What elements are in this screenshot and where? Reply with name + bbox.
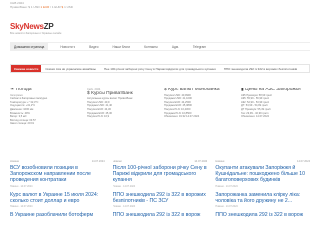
news-meta: Новини · 14.07.2024 [10,184,33,188]
site-logo[interactable]: SkyNewsZP [10,22,310,31]
news-link[interactable]: Курс валют в Украине 15 июля 2024: сколь… [10,192,98,204]
weather-title: Погода [15,88,32,92]
news-link[interactable]: В Украине разоблачили ботоферм [10,212,93,218]
fuel-widget: ▮ Цены на АЗС Запорожья А95 Премиум: 58,… [241,88,310,154]
top-rate-usd-sign: $ [61,5,64,9]
privat-widget-title: $ Курсы ПриватБанк [87,90,156,96]
privat-title: Курсы ПриватБанк [91,90,133,96]
news-meta: Новини · 14.07.2024 [215,184,238,188]
news-tag[interactable]: Новини [10,160,19,163]
news-link[interactable]: ППО знешкодила 292 із 322 в ворож [215,212,303,218]
nav-item-home[interactable]: Домашняя страница [10,42,49,51]
news-column: Новини 14.07.2024 ВСУ возобновили позици… [10,160,105,240]
fuel-title: Цены на АЗС Запорожья [245,88,301,92]
news-meta: Новини · 14.07.2024 [112,184,136,188]
news-date: 14.07.2024 [297,160,311,163]
top-rate-eur: 1 EUR [40,5,50,9]
top-rates: ПриватБанк: $ 1 USD 1 EUR / 1 EUR $ 1 US… [10,5,310,9]
mono-row: Обновлено: 19:32 14.07.2024 [164,115,200,119]
news-ticker: Свежие новости Скачки Аса ии украинские … [10,64,310,73]
logo-suffix: ZP [43,22,54,31]
weather-widget-title: ☀ Погода [10,88,79,92]
news-title[interactable]: ППО знешкодила 292 із 322 в ворож [113,212,208,218]
news-link[interactable]: Окупанти атакували Запоріжжя й Кушнідаль… [215,165,305,183]
news-title[interactable]: Після 100-річної заборони річку Сену в П… [113,165,208,184]
news-column-head: Новини 14.07.2024 [113,160,208,163]
nav-item-video[interactable]: Видео [87,44,100,50]
news-title[interactable]: Запорожанка заменила клірку ліка: чолові… [215,192,310,204]
dollar-icon: $ [164,88,167,92]
news-tag[interactable]: Новини [113,160,122,163]
news-link[interactable]: ППО знешкодила 292 із 322 в ворож [113,212,201,218]
top-rate-usd: 1 USD [64,5,73,9]
nav-item-news[interactable]: Новости ▾ [58,44,77,50]
site-header: SkyNewsZP Все новости Запорожья и Украин… [10,22,310,38]
news-link[interactable]: ППО знешкодила 292 із 322 в ворожих безп… [113,192,206,204]
bank-icon: $ [87,90,90,96]
nav-item-admin[interactable]: Адм. [170,44,181,50]
privat-row: Покупка PLN: 10,9 [87,115,110,119]
site-tagline: Все новости Запорожья и Украины онлайн [10,32,62,35]
news-link[interactable]: ВСУ возобновили позиции в Запорожском на… [10,165,91,183]
news-columns: Новини 14.07.2024 ВСУ возобновили позици… [10,160,310,240]
news-title[interactable]: Курс валют в Украине 15 июля 2024: сколь… [10,192,105,204]
ticker-item[interactable]: ППО знешкодила 292 із 322 в ворожих безп… [224,67,297,71]
nav-item-contacts[interactable]: Контакты [142,44,160,50]
news-title[interactable]: Окупанти атакували Запоріжжя й Кушнідаль… [215,165,310,184]
news-title[interactable]: В Украине разоблачили ботоферм [10,212,105,218]
weather-icon: ☀ [10,88,15,92]
monobank-widget: $ Курс валют Монобанка Покупка USD: 40,9… [164,88,233,154]
news-meta: Новини · 14.07.2024 [112,205,136,209]
top-rate-prefix: ПриватБанк: $ 1 USD [10,5,40,9]
news-column-head: Новини 14.07.2024 [215,160,310,163]
top-rate-mid: / 1 EUR [50,5,61,9]
fuel-icon: ▮ [241,88,244,92]
news-meta: Новини · 14.07.2024 [10,205,33,209]
weather-widget: ☀ Погода Запоріжжя Сейчас в Запорожье па… [10,88,79,154]
news-link[interactable]: Після 100-річної заборони річку Сену в П… [113,165,207,183]
nav-item-blogs[interactable]: Наши блоги [110,44,132,50]
news-column: Новини 14.07.2024 Окупанти атакували Зап… [215,160,310,240]
ticker-item[interactable]: Скачки Аса ии украинские авиабазы [45,67,96,71]
fuel-row: Обновлено: 14.07.2024 [241,115,269,119]
news-tag[interactable]: Новини [215,160,224,163]
news-link[interactable]: Запорожанка заменила клірку ліка: чолові… [215,192,300,204]
logo-main: SkyNews [10,22,44,31]
mono-widget-title: $ Курс валют Монобанка [164,88,233,92]
news-column-head: Новини 14.07.2024 [10,160,105,163]
info-widgets: ☀ Погода Запоріжжя Сейчас в Запорожье па… [10,88,310,154]
news-column: Новини 14.07.2024 Після 100-річної забор… [113,160,208,240]
ticker-items: Скачки Аса ии украинские авиабазы Пее 10… [41,67,297,71]
privatbank-widget: Сейч. 2024 $ Курсы ПриватБанк Актуальные… [87,88,156,154]
mono-title: Курс валют Монобанка [168,88,220,92]
fuel-widget-title: ▮ Цены на АЗС Запорожья [241,88,310,92]
top-info-bar: СНВ 2024 ПриватБанк: $ 1 USD 1 EUR / 1 E… [0,0,320,13]
nav-item-telegram[interactable]: Telegram [191,44,208,50]
ticker-badge: Свежие новости [11,65,42,72]
news-date: 14.07.2024 [194,160,208,163]
news-date: 14.07.2024 [91,160,105,163]
news-title[interactable]: ППО знешкодила 292 із 322 в ворож [215,212,310,218]
main-nav: Домашняя страница Новости ▾ Видео Наши б… [10,42,310,51]
weather-row: Закат солнца: 20:01 [10,122,35,126]
news-title[interactable]: ВСУ возобновили позиции в Запорожском на… [10,165,105,184]
news-title[interactable]: ППО знешкодила 292 із 322 в ворожих безп… [113,192,208,204]
ticker-item[interactable]: Пее 100-річної забороні ричу Сену в Пара… [104,67,216,71]
news-meta: Новини · 14.07.2024 [215,205,238,209]
